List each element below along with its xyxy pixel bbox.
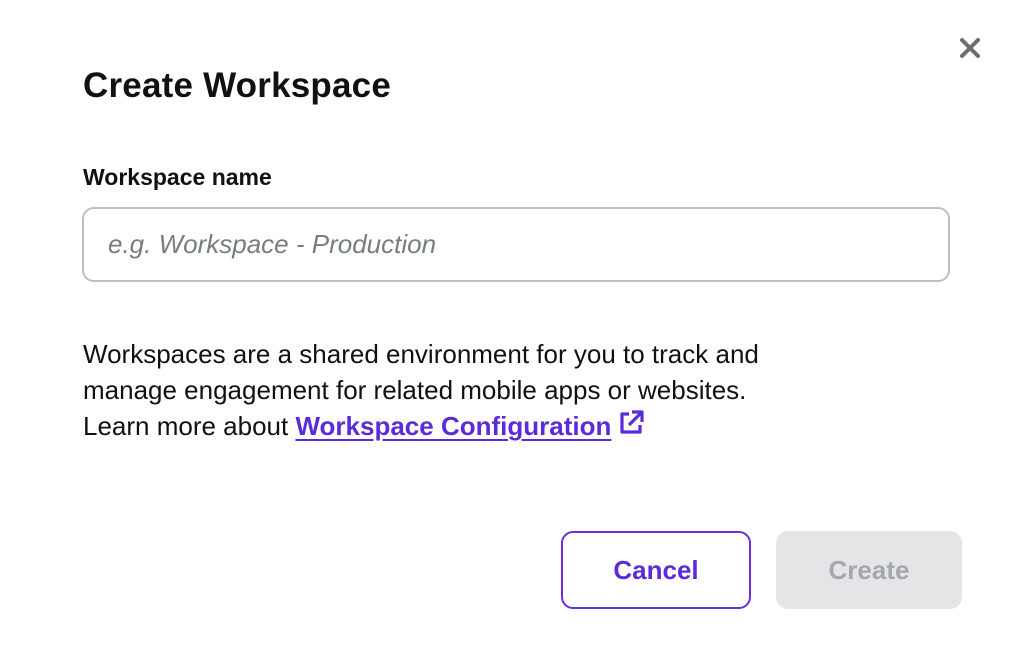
- workspace-name-input[interactable]: [82, 207, 950, 282]
- workspace-configuration-link[interactable]: Workspace Configuration: [295, 411, 611, 441]
- description-line-2: manage engagement for related mobile app…: [83, 375, 747, 405]
- workspace-name-label: Workspace name: [83, 164, 272, 190]
- dialog-title: Create Workspace: [83, 66, 391, 105]
- description-line-1: Workspaces are a shared environment for …: [83, 339, 759, 369]
- cancel-button[interactable]: Cancel: [561, 531, 751, 609]
- external-link-icon[interactable]: [617, 409, 645, 446]
- close-icon: [960, 38, 980, 58]
- description-line-3: Learn more about Workspace Configuration: [83, 408, 943, 446]
- workspace-description: Workspaces are a shared environment for …: [83, 336, 943, 446]
- create-button[interactable]: Create: [776, 531, 962, 609]
- learn-more-text: Learn more about: [83, 411, 296, 441]
- close-button[interactable]: [956, 34, 984, 62]
- create-workspace-dialog: Create Workspace Workspace name Workspac…: [0, 0, 1016, 650]
